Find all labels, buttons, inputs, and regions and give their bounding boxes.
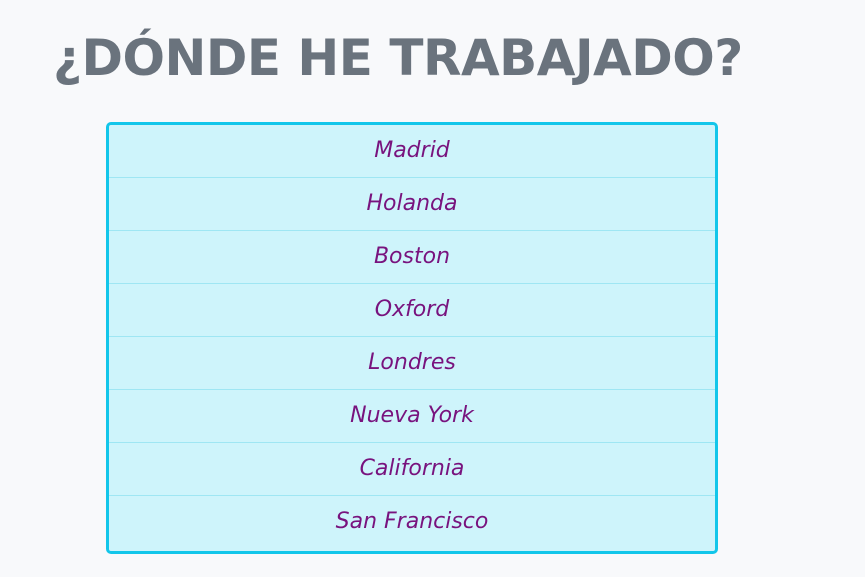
- workplaces-list: Madrid Holanda Boston Oxford Londres Nue…: [109, 125, 715, 548]
- list-item-boston: Boston: [109, 231, 715, 284]
- list-item-madrid: Madrid: [109, 125, 715, 178]
- list-item-nueva-york: Nueva York: [109, 390, 715, 443]
- list-item-londres: Londres: [109, 337, 715, 390]
- page: ¿DÓNDE HE TRABAJADO? Madrid Holanda Bost…: [0, 0, 865, 577]
- list-item-california: California: [109, 443, 715, 496]
- workplaces-box: Madrid Holanda Boston Oxford Londres Nue…: [106, 122, 718, 554]
- list-item-holanda: Holanda: [109, 178, 715, 231]
- page-title: ¿DÓNDE HE TRABAJADO?: [53, 29, 743, 87]
- list-item-oxford: Oxford: [109, 284, 715, 337]
- list-item-san-francisco: San Francisco: [335, 509, 489, 534]
